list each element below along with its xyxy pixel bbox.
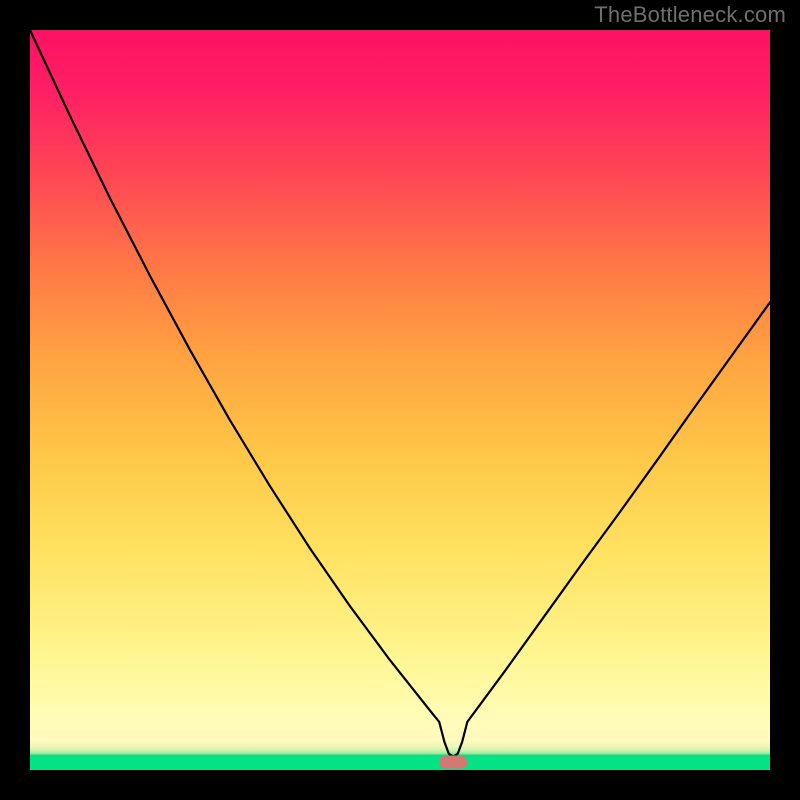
plot-area: [30, 30, 770, 770]
optimum-marker: [439, 755, 467, 768]
watermark-text: TheBottleneck.com: [594, 2, 786, 28]
curve-path: [30, 30, 770, 757]
bottleneck-curve: [30, 30, 770, 770]
chart-frame: TheBottleneck.com: [0, 0, 800, 800]
